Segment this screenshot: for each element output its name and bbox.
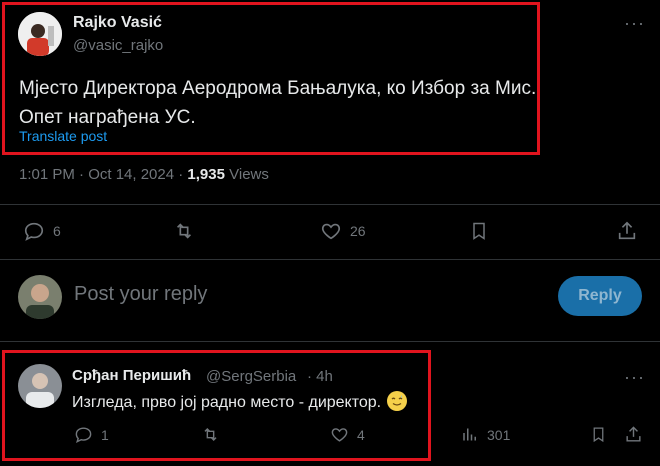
- reply-like-action[interactable]: 4: [330, 425, 365, 444]
- repost-icon: [176, 223, 192, 239]
- reply-more-options-icon[interactable]: ···: [624, 368, 645, 386]
- reply-bookmark-action[interactable]: [590, 425, 607, 444]
- post-meta: 1:01 PM · Oct 14, 2024 · 1,935 Views: [19, 166, 269, 183]
- reply-input[interactable]: Post your reply: [74, 283, 207, 306]
- sweat-smile-emoji-icon: [387, 391, 408, 411]
- heart-icon: [321, 223, 341, 240]
- bookmark-action[interactable]: [469, 220, 489, 242]
- reply-text-content: Изгледа, прво јој радно место - директор…: [72, 394, 382, 411]
- reply-repost-action[interactable]: [200, 425, 221, 444]
- share-icon: [618, 221, 636, 240]
- reply-share-action[interactable]: [624, 425, 643, 444]
- divider: [0, 204, 660, 205]
- divider: [0, 341, 660, 342]
- repost-action[interactable]: [172, 220, 196, 242]
- share-action[interactable]: [616, 220, 638, 242]
- post-text-line-1: Мјесто Директора Аеродрома Бањалука, ко …: [19, 78, 537, 99]
- views-label: Views: [224, 166, 269, 183]
- more-options-icon[interactable]: ···: [624, 14, 645, 32]
- reply-like-count: 4: [357, 426, 365, 443]
- post-text: Мјесто Директора Аеродрома Бањалука, ко …: [19, 74, 539, 132]
- reply-button[interactable]: Reply: [558, 276, 642, 316]
- views-count: 1,935: [187, 166, 225, 183]
- like-count: 26: [350, 223, 366, 239]
- reply-author-handle[interactable]: @SergSerbia: [206, 368, 296, 385]
- like-action[interactable]: 26: [320, 220, 366, 242]
- author-handle[interactable]: @vasic_rajko: [73, 37, 163, 54]
- bookmark-icon: [593, 427, 604, 443]
- author-avatar[interactable]: [18, 12, 62, 56]
- reply-text: Изгледа, прво јој радно место - директор…: [72, 391, 408, 412]
- divider: [0, 259, 660, 260]
- reply-author-name[interactable]: Срђан Перишић: [72, 367, 191, 384]
- reply-reply-count: 1: [101, 426, 109, 443]
- reply-count: 6: [53, 223, 61, 239]
- reply-icon: [24, 222, 44, 241]
- repost-icon: [204, 427, 217, 442]
- heart-icon: [331, 428, 348, 442]
- bookmark-icon: [473, 222, 485, 240]
- reply-icon: [75, 427, 92, 443]
- translate-post-link[interactable]: Translate post: [19, 128, 107, 144]
- reply-reply-action[interactable]: 1: [74, 425, 109, 444]
- reply-views-count: 301: [487, 426, 511, 443]
- post-timestamp[interactable]: 1:01 PM · Oct 14, 2024 ·: [19, 166, 187, 183]
- author-name[interactable]: Rajko Vasić: [73, 14, 162, 32]
- analytics-icon: [463, 428, 476, 441]
- current-user-avatar[interactable]: [18, 275, 62, 319]
- reply-timestamp[interactable]: · 4h: [307, 368, 333, 385]
- reply-author-avatar[interactable]: [18, 364, 62, 408]
- reply-action[interactable]: 6: [23, 220, 61, 242]
- share-icon: [626, 426, 641, 442]
- reply-views-action[interactable]: 301: [461, 425, 510, 444]
